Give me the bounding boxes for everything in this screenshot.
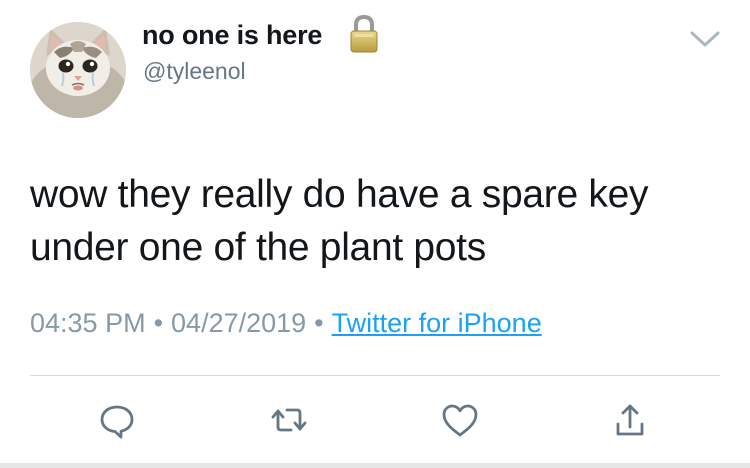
like-button[interactable] — [440, 400, 480, 440]
retweet-button[interactable] — [269, 400, 309, 440]
divider — [30, 375, 720, 376]
tweet-card: no one is here @tyleenol wow they really… — [0, 0, 750, 468]
meta-separator: • — [153, 308, 164, 338]
retweet-icon — [271, 408, 307, 432]
lock-icon — [348, 14, 380, 54]
tweet-source-link[interactable]: Twitter for iPhone — [332, 308, 542, 338]
user-handle[interactable]: @tyleenol — [143, 58, 246, 85]
bottom-separator — [0, 463, 750, 468]
display-name[interactable]: no one is here — [142, 20, 322, 51]
reply-button[interactable] — [97, 400, 137, 440]
chevron-down-icon[interactable] — [688, 28, 722, 50]
tweet-text: wow they really do have a spare key unde… — [30, 173, 649, 269]
reply-icon — [100, 405, 134, 439]
meta-separator: • — [314, 308, 324, 338]
share-icon — [616, 404, 644, 436]
share-button[interactable] — [610, 400, 650, 440]
tweet-time: 04:35 PM — [30, 308, 146, 338]
tweet-meta: 04:35 PM • 04/27/2019 • Twitter for iPhone — [30, 308, 542, 339]
tweet-date: 04/27/2019 — [171, 308, 307, 338]
like-heart-icon — [442, 404, 478, 437]
avatar[interactable] — [30, 22, 126, 118]
crying-cat-avatar — [30, 22, 126, 118]
